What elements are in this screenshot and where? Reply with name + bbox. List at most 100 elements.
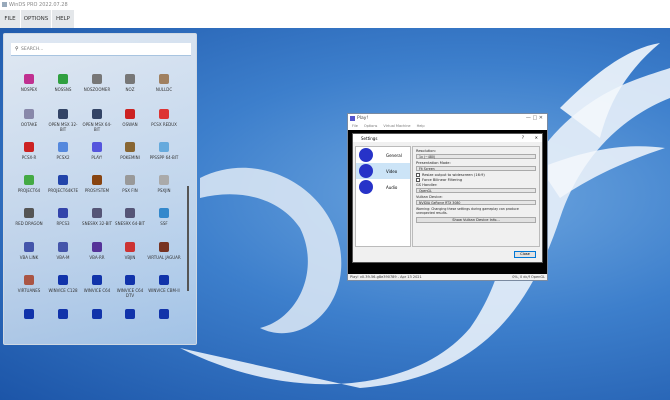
settings-title-bar: Settings ? ✕ — [353, 134, 542, 142]
app-tile[interactable] — [46, 309, 80, 322]
app-tile[interactable]: PPSSPP 64-BIT — [147, 142, 181, 160]
app-label: WINVICE C64 DTV — [116, 288, 144, 298]
widescreen-checkbox[interactable]: Resize output to widescreen (16:9) — [416, 173, 536, 177]
menu-file[interactable]: FILE — [0, 10, 20, 28]
nav-label: Audio — [386, 185, 398, 190]
search-placeholder: SEARCH... — [21, 47, 44, 52]
app-tile[interactable]: VBA-M — [46, 242, 80, 260]
app-label: NOSZOOMER — [83, 87, 111, 92]
close-icon[interactable]: ✕ — [535, 135, 538, 140]
app-icon — [58, 175, 68, 185]
app-tile[interactable]: SNES9X 32-BIT — [80, 208, 114, 226]
nav-label: Video — [386, 169, 398, 174]
app-tile[interactable]: PCSX-R — [12, 142, 46, 160]
app-tile[interactable]: NOSSNS — [46, 74, 80, 92]
app-tile[interactable]: PSX FIN — [113, 175, 147, 193]
app-tile[interactable]: PCSX REDUX — [147, 109, 181, 127]
app-label: PCSX-R — [21, 155, 37, 160]
app-icon — [92, 208, 102, 218]
app-tile[interactable] — [12, 309, 46, 322]
nav-general[interactable]: General — [356, 147, 410, 163]
app-tile[interactable]: OPEN MSX 32-BIT — [46, 109, 80, 132]
app-tile[interactable]: WINVICE C64 DTV — [113, 275, 147, 298]
gs-handler-select[interactable]: OpenGL — [416, 188, 536, 193]
app-tile[interactable]: OOTAKE — [12, 109, 46, 127]
app-icon — [159, 175, 169, 185]
app-tile[interactable]: NULLDC — [147, 74, 181, 92]
app-label: POKEMINI — [120, 155, 140, 160]
app-tile[interactable]: SSF — [147, 208, 181, 226]
app-tile[interactable]: NOSZOOMER — [80, 74, 114, 92]
app-label: RED DRAGON — [15, 221, 43, 226]
app-tile[interactable]: PROJECT64K7E — [46, 175, 80, 193]
app-tile[interactable]: PSXJIN — [147, 175, 181, 193]
app-tile[interactable]: VIRTUAL JAGUAR — [147, 242, 181, 260]
play-menu-vm[interactable]: Virtual Machine — [383, 124, 410, 128]
app-tile[interactable] — [80, 309, 114, 322]
search-input[interactable]: ⚲ SEARCH... — [11, 43, 191, 56]
bilinear-checkbox[interactable]: Force Bilinear Filtering — [416, 178, 536, 182]
app-tile[interactable]: VBA LINK — [12, 242, 46, 260]
app-tile[interactable] — [113, 309, 147, 322]
app-label: NULLDC — [155, 87, 173, 92]
menu-options[interactable]: OPTIONS — [21, 10, 51, 28]
window-controls[interactable]: — □ ✕ — [526, 115, 543, 121]
checkbox-label: Force Bilinear Filtering — [422, 178, 463, 182]
app-tile[interactable]: VBJIN — [113, 242, 147, 260]
app-tile[interactable]: WINVICE CBM-II — [147, 275, 181, 293]
resolution-select[interactable]: 1x (~480) — [416, 154, 536, 159]
play-menu-help[interactable]: Help — [417, 124, 425, 128]
video-settings: Resolution: 1x (~480) Presentation Mode:… — [412, 146, 540, 247]
app-icon — [92, 309, 102, 319]
menu-help[interactable]: HELP — [52, 10, 74, 28]
close-button[interactable]: Close — [514, 251, 536, 258]
app-tile[interactable]: SNES9X 64-BIT — [113, 208, 147, 226]
app-tile[interactable]: PROSYSTEM — [80, 175, 114, 193]
app-icon — [92, 142, 102, 152]
play-menu-options[interactable]: Options — [364, 124, 378, 128]
app-label: PROJECT64K7E — [47, 188, 79, 193]
app-icon — [159, 208, 169, 218]
app-label: PLAY! — [91, 155, 103, 160]
app-icon — [92, 74, 102, 84]
app-tile[interactable]: NOZ — [113, 74, 147, 92]
play-menu-file[interactable]: File — [352, 124, 358, 128]
app-tile[interactable]: RPCS3 — [46, 208, 80, 226]
app-label: PSX FIN — [122, 188, 138, 193]
app-tile[interactable]: OSWAN — [113, 109, 147, 127]
app-label: PROSYSTEM — [84, 188, 110, 193]
app-tile[interactable]: VBA-RR — [80, 242, 114, 260]
app-tile[interactable]: WINVICE C64 — [80, 275, 114, 293]
app-label: PSXJIN — [157, 188, 171, 193]
app-icon — [58, 208, 68, 218]
app-icon — [24, 175, 34, 185]
show-vulkan-info-button[interactable]: Show Vulkan Device Info... — [416, 217, 536, 223]
app-tile[interactable]: WINVICE C128 — [46, 275, 80, 293]
nav-video[interactable]: Video — [356, 163, 410, 179]
app-label: RPCS3 — [56, 221, 70, 226]
app-tile[interactable]: VIRTUANES — [12, 275, 46, 293]
nav-audio[interactable]: Audio — [356, 179, 410, 195]
app-label: OSWAN — [122, 122, 138, 127]
app-icon — [125, 109, 135, 119]
app-icon — [58, 109, 68, 119]
emulator-launcher-panel: ⚲ SEARCH... NOSPEX NOSSNS NOSZOOMER NOZ NULLD… — [3, 33, 197, 345]
app-tile[interactable]: OPEN MSX 64-BIT — [80, 109, 114, 132]
app-tile[interactable]: PROJECT64 — [12, 175, 46, 193]
app-tile[interactable]: NOSPEX — [12, 74, 46, 92]
app-tile[interactable]: PCSX2 — [46, 142, 80, 160]
app-tile[interactable]: POKEMINI — [113, 142, 147, 160]
app-icon — [125, 74, 135, 84]
window-title: WinDS PRO 2022.07.28 — [9, 2, 68, 8]
app-icon — [125, 175, 135, 185]
app-tile[interactable]: PLAY! — [80, 142, 114, 160]
app-tile[interactable]: RED DRAGON — [12, 208, 46, 226]
scrollbar[interactable] — [187, 186, 189, 291]
app-tile[interactable] — [147, 309, 181, 322]
vulkan-select[interactable]: NVIDIA GeForce RTX 3080 — [416, 200, 536, 205]
title-bar: WinDS PRO 2022.07.28 — [0, 0, 670, 10]
settings-nav: General Video Audio — [355, 146, 411, 247]
presentation-select[interactable]: Fit Screen — [416, 166, 536, 171]
help-button[interactable]: ? — [522, 135, 524, 140]
settings-title: Settings — [361, 136, 378, 141]
